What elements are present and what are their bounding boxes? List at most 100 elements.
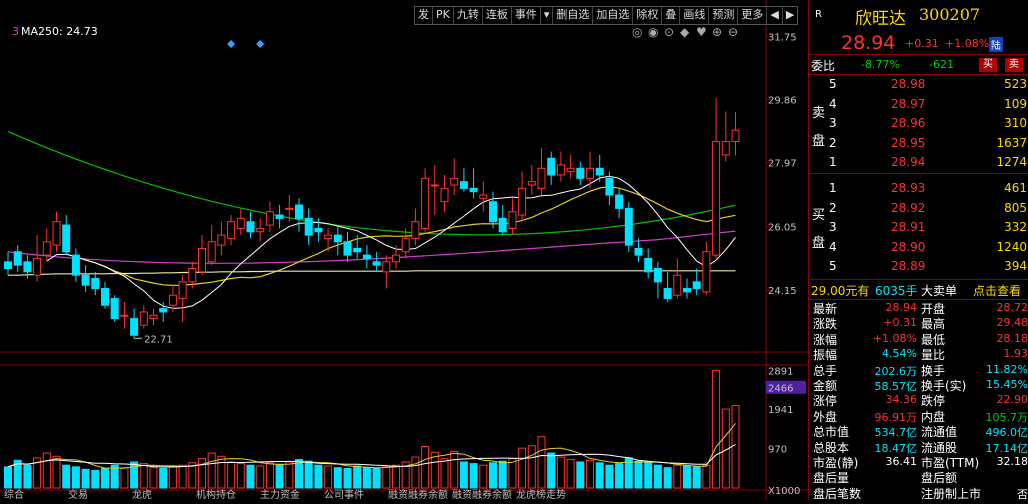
candle-body: [606, 178, 613, 195]
candle-body: [257, 228, 264, 231]
chart-tool-icon: ⊙: [664, 25, 674, 39]
volume-bar: [344, 468, 351, 488]
quote-value: 4.54%: [882, 347, 917, 360]
bottom-tab[interactable]: 主力资金: [260, 488, 300, 500]
candle-body: [470, 188, 477, 191]
event-diamond: [227, 40, 235, 48]
bottom-tab[interactable]: 公司事件: [324, 488, 364, 500]
candle-body: [616, 195, 623, 208]
bottom-tab[interactable]: 交易: [68, 488, 88, 500]
volume-bar: [208, 453, 215, 488]
toolbar-item[interactable]: ▶: [783, 7, 797, 24]
candle-body: [296, 205, 303, 218]
toolbar-item[interactable]: 发: [415, 7, 433, 24]
toolbar-item[interactable]: 除权: [633, 7, 662, 24]
volume-axis-label: 1941: [768, 405, 793, 416]
volume-bar: [247, 465, 254, 488]
candle-body: [441, 188, 448, 201]
candle-body: [111, 299, 118, 319]
volume-bar: [121, 468, 128, 488]
quote-value: 29.48: [997, 316, 1028, 329]
book-level: 2: [829, 136, 837, 150]
bid-row: 428.901240: [809, 239, 1028, 257]
candle-body: [199, 248, 206, 271]
candle-body: [102, 289, 109, 306]
volume-bar: [5, 467, 12, 488]
candle-body: [713, 142, 720, 256]
candle-body: [325, 235, 332, 238]
price-row: 28.94 +0.31 +1.08% 陆: [809, 32, 1028, 54]
candle-body: [131, 319, 138, 336]
volume-bar: [150, 468, 157, 488]
big-order-amount: 29.00元有: [811, 282, 869, 299]
volume-bar: [315, 465, 322, 488]
book-level: 2: [829, 201, 837, 215]
book-volume: 461: [1004, 181, 1027, 195]
volume-bar: [693, 467, 700, 488]
quote-label: 盘后笔数: [813, 485, 861, 502]
volume-bar: [92, 471, 99, 488]
candle-body: [43, 242, 50, 255]
toolbar-item[interactable]: 九转: [454, 7, 483, 24]
toolbar-item[interactable]: 连板: [483, 7, 512, 24]
quote-value: 否: [1017, 486, 1028, 502]
bottom-tab[interactable]: 龙虎榜走势: [516, 488, 566, 500]
chart-tool-icon: ⊕: [712, 25, 722, 39]
candle-body: [635, 248, 642, 255]
bid-row: 528.89394: [809, 258, 1028, 276]
quote-value: 11.82%: [986, 363, 1028, 376]
candle-body: [674, 275, 681, 295]
kline-chart-area[interactable]: 31.7529.8627.9726.0524.15289124661941970…: [0, 0, 808, 500]
sell-button[interactable]: 卖: [1005, 58, 1023, 72]
big-order-link[interactable]: 点击查看: [973, 282, 1021, 299]
toolbar-item[interactable]: PK: [433, 7, 454, 24]
book-volume: 805: [1004, 201, 1027, 215]
candle-body: [451, 178, 458, 185]
toolbar-item[interactable]: ◀: [767, 7, 782, 24]
candle-body: [334, 235, 341, 242]
volume-bar: [587, 460, 594, 488]
volume-bar: [732, 406, 739, 488]
toolbar-item[interactable]: 事件: [512, 7, 541, 24]
book-level: 3: [829, 116, 837, 130]
bottom-tab[interactable]: 机构持仓: [196, 488, 236, 500]
volume-bar: [635, 461, 642, 488]
toolbar-item[interactable]: ▾: [541, 7, 554, 24]
toolbar-item[interactable]: 画线: [680, 7, 709, 24]
ma-legend-prefix: 3: [12, 25, 19, 38]
price-axis-label: 26.05: [768, 223, 797, 234]
candle-body: [218, 235, 225, 245]
volume-bar: [82, 469, 89, 488]
toolbar-item[interactable]: 加自选: [593, 7, 633, 24]
toolbar-item[interactable]: 删自选: [553, 7, 593, 24]
bottom-tab[interactable]: 融资融券余额: [388, 488, 448, 500]
weibi-row: 委比 -8.77% -621 买 卖: [809, 56, 1028, 74]
toolbar-item[interactable]: 更多: [738, 7, 767, 24]
candle-body: [499, 218, 506, 231]
volume-bar: [266, 463, 273, 488]
ma-legend: 3MA250: 24.73: [12, 25, 98, 38]
bottom-tab[interactable]: 综合: [4, 488, 24, 500]
toolbar-item[interactable]: 叠: [662, 7, 680, 24]
candle-body: [693, 282, 700, 289]
candle-body: [480, 195, 487, 198]
book-volume: 523: [1004, 77, 1027, 91]
candle-body: [654, 268, 661, 281]
volume-bar: [72, 467, 79, 488]
candle-body: [422, 178, 429, 228]
candle-body: [383, 262, 390, 272]
buy-button[interactable]: 买: [979, 58, 997, 72]
bottom-tab[interactable]: 融资融券余额: [452, 488, 512, 500]
candle-body: [5, 262, 12, 269]
quote-row: 最新28.94开盘28.72: [809, 300, 1028, 315]
volume-axis-label: 970: [768, 445, 787, 456]
ask-row: 228.951637: [809, 135, 1028, 153]
toolbar-item[interactable]: 预测: [709, 7, 738, 24]
candle-body: [363, 255, 370, 258]
candle-body: [92, 279, 99, 289]
candle-body: [519, 188, 526, 215]
big-order-type: 大卖单: [921, 282, 957, 299]
kline-chart[interactable]: 31.7529.8627.9726.0524.15289124661941970…: [0, 0, 808, 500]
book-price: 28.93: [891, 181, 925, 195]
bottom-tab[interactable]: 龙虎: [132, 488, 152, 500]
